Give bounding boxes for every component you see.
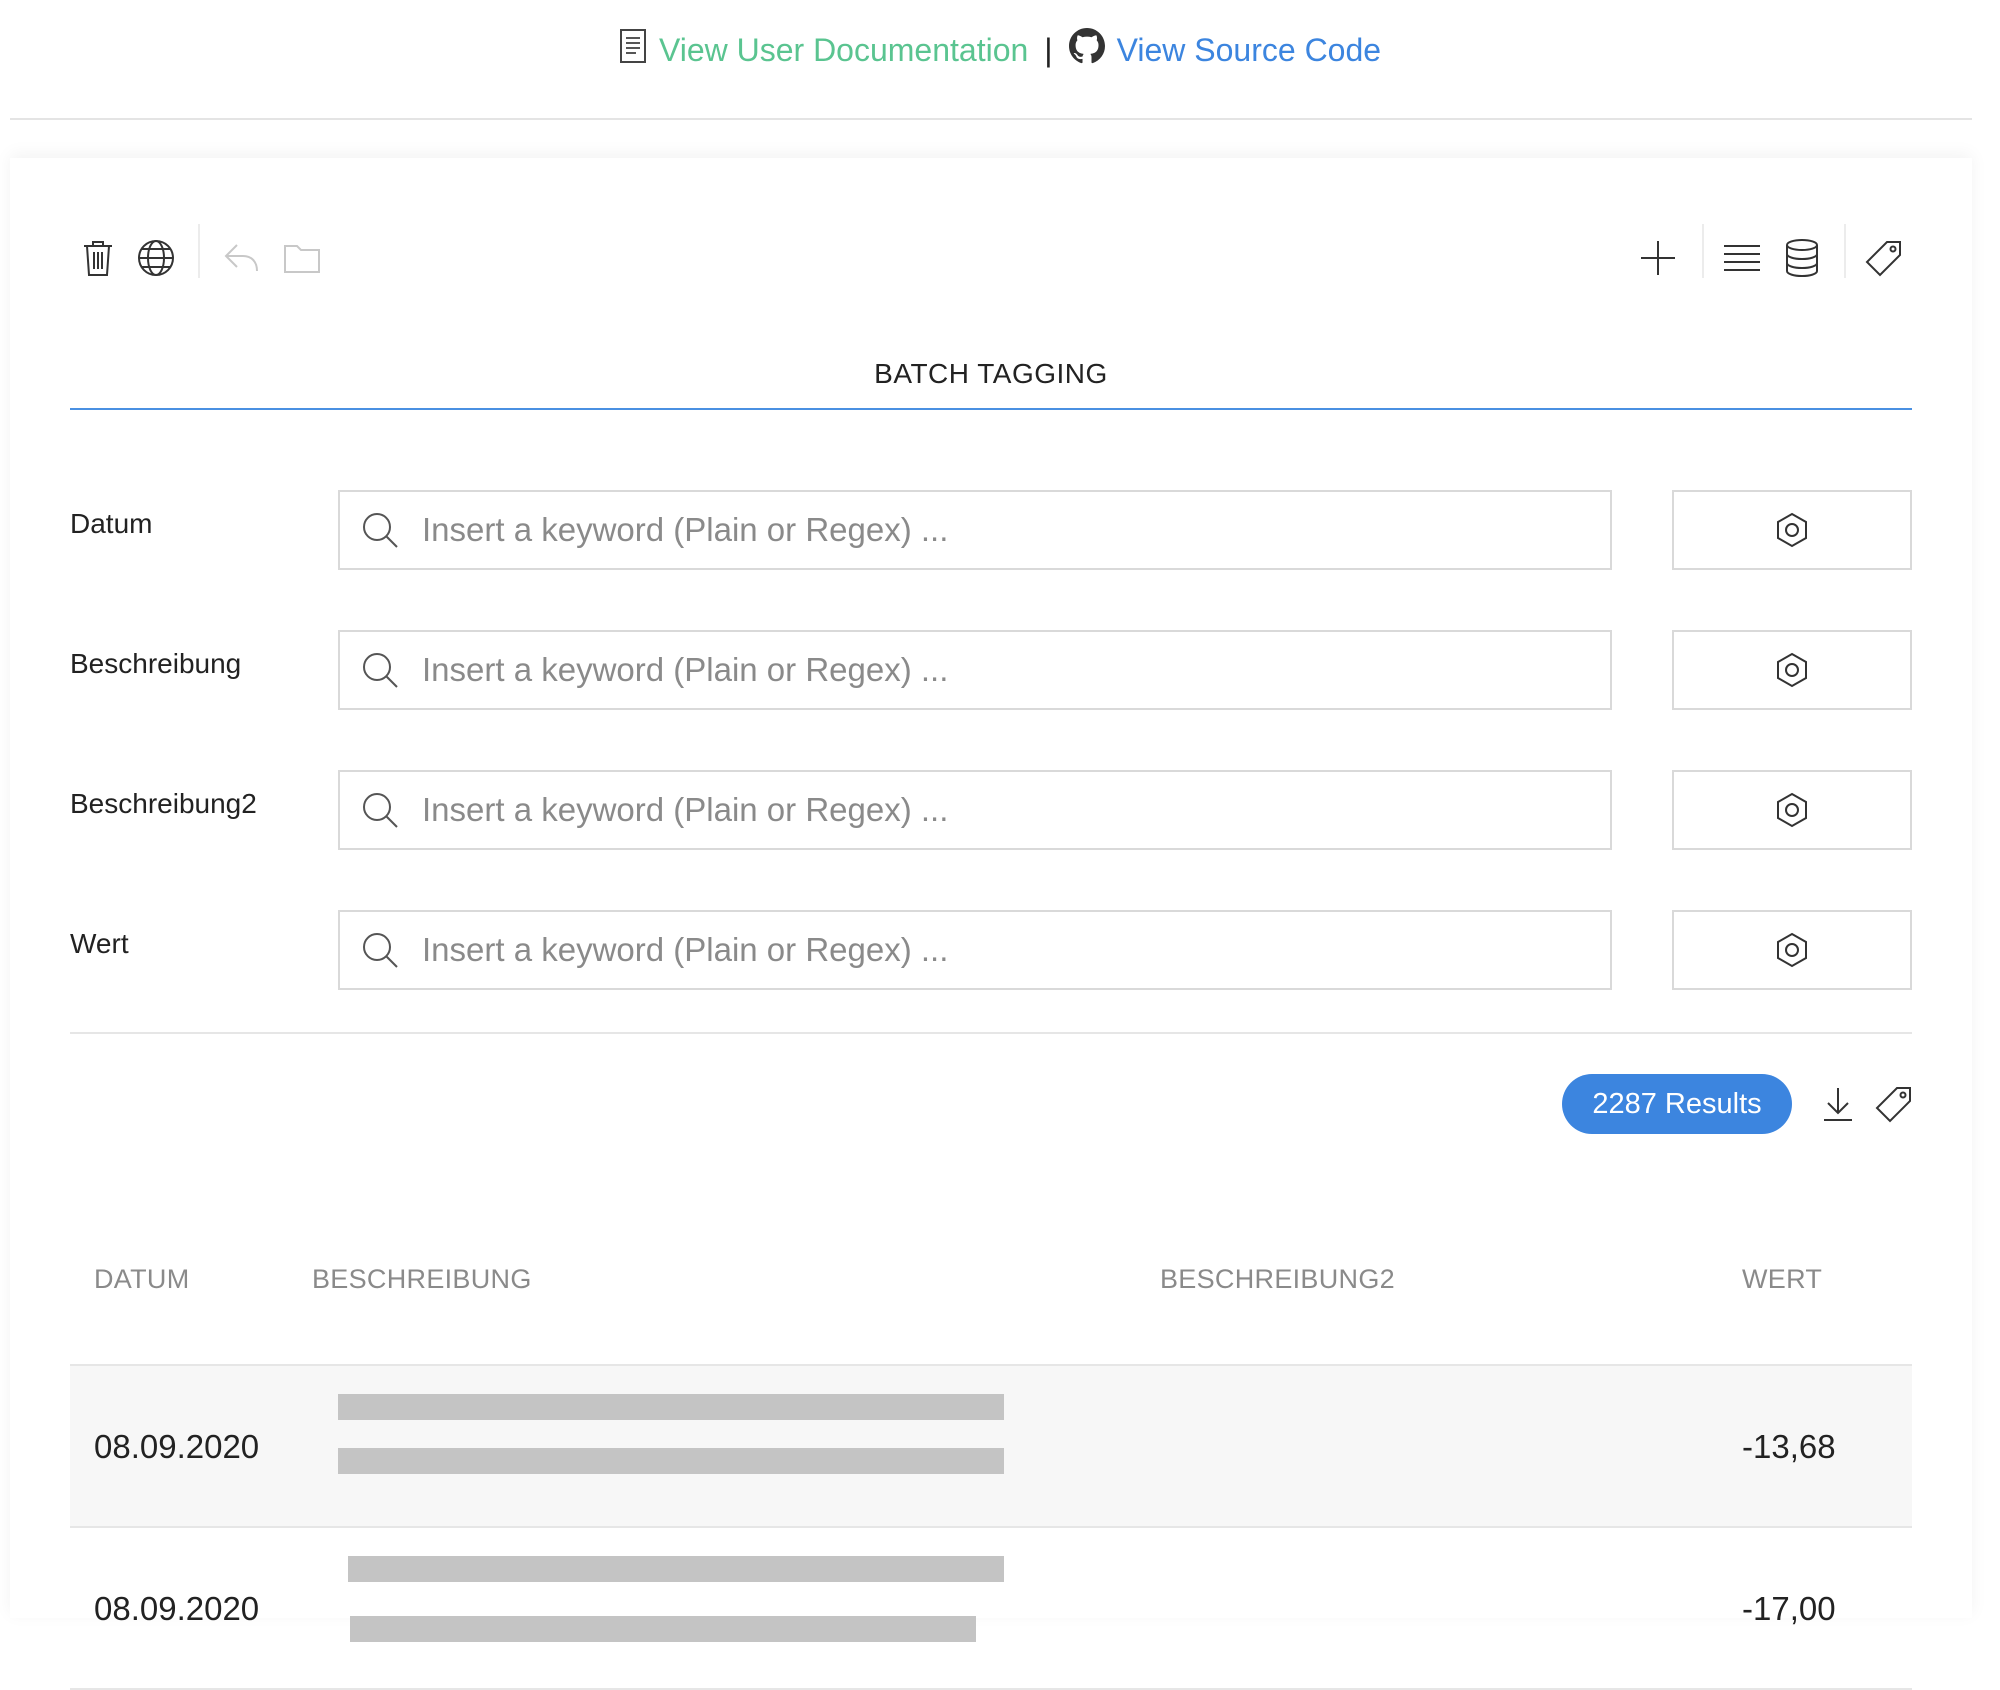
redacted-beschreibung-line <box>348 1556 1004 1582</box>
hexagon-settings-icon <box>1777 932 1807 968</box>
search-icon <box>363 793 398 828</box>
filter-input-wrapper <box>338 490 1612 570</box>
tag-results-icon[interactable] <box>1868 1078 1920 1130</box>
section-divider <box>70 1032 1912 1034</box>
datum-settings-button[interactable] <box>1672 490 1912 570</box>
toolbar-divider <box>1702 224 1704 278</box>
toolbar-divider <box>198 224 200 278</box>
table-header: DATUM BESCHREIBUNG BESCHREIBUNG2 WERT <box>70 1238 1912 1366</box>
cell-wert: -17,00 <box>1742 1590 1836 1627</box>
redacted-beschreibung-line <box>338 1394 1004 1420</box>
search-icon <box>363 933 398 968</box>
tab-batch-tagging[interactable]: BATCH TAGGING <box>70 358 1912 410</box>
filter-input-wrapper <box>338 770 1612 850</box>
redacted-beschreibung-line <box>350 1616 976 1642</box>
search-icon <box>363 513 398 548</box>
table-row[interactable]: 08.09.2020 -13,68 <box>70 1366 1912 1528</box>
toolbar <box>70 218 1912 298</box>
filter-label: Wert <box>70 928 129 959</box>
hexagon-settings-icon <box>1777 652 1807 688</box>
cell-wert: -13,68 <box>1742 1428 1836 1465</box>
link-separator: | <box>1044 31 1053 68</box>
column-header-beschreibung[interactable]: BESCHREIBUNG <box>312 1264 532 1295</box>
redacted-beschreibung-line <box>338 1448 1004 1474</box>
top-divider <box>10 118 1972 120</box>
filter-input-wrapper <box>338 630 1612 710</box>
download-icon[interactable] <box>1812 1078 1864 1130</box>
database-icon[interactable] <box>1774 230 1830 286</box>
top-bar: View User Documentation | View Source Co… <box>0 0 2000 120</box>
beschreibung2-settings-button[interactable] <box>1672 770 1912 850</box>
hexagon-settings-icon <box>1777 792 1807 828</box>
filter-row-wert: Wert <box>70 910 1912 990</box>
list-icon[interactable] <box>1714 230 1770 286</box>
hexagon-settings-icon <box>1777 512 1807 548</box>
trash-icon[interactable] <box>70 230 126 286</box>
filter-row-datum: Datum <box>70 490 1912 570</box>
datum-search-input[interactable] <box>420 510 1610 550</box>
cell-datum: 08.09.2020 <box>94 1428 260 1465</box>
results-count-label: 2287 Results <box>1592 1087 1762 1120</box>
folder-icon[interactable] <box>274 230 330 286</box>
document-icon <box>619 28 647 72</box>
filter-label: Datum <box>70 508 153 539</box>
toolbar-divider <box>1844 224 1846 278</box>
tag-icon[interactable] <box>1856 230 1912 286</box>
undo-icon[interactable] <box>214 230 270 286</box>
filter-row-beschreibung: Beschreibung <box>70 630 1912 710</box>
cell-datum: 08.09.2020 <box>94 1590 260 1627</box>
column-header-beschreibung2[interactable]: BESCHREIBUNG2 <box>1160 1264 1395 1295</box>
results-count-badge[interactable]: 2287 Results <box>1562 1074 1792 1134</box>
top-links: View User Documentation | View Source Co… <box>0 28 2000 72</box>
docs-link-label: View User Documentation <box>658 31 1029 68</box>
plus-icon[interactable] <box>1630 230 1686 286</box>
beschreibung-search-input[interactable] <box>420 650 1610 690</box>
filter-input-wrapper <box>338 910 1612 990</box>
column-header-datum[interactable]: DATUM <box>94 1264 190 1295</box>
filter-label: Beschreibung2 <box>70 788 257 819</box>
github-icon <box>1068 28 1105 72</box>
search-icon <box>363 653 398 688</box>
beschreibung2-search-input[interactable] <box>420 790 1610 830</box>
table-row[interactable]: 08.09.2020 -17,00 <box>70 1528 1912 1690</box>
wert-settings-button[interactable] <box>1672 910 1912 990</box>
filter-row-beschreibung2: Beschreibung2 <box>70 770 1912 850</box>
batch-tagging-card: BATCH TAGGING Datum Beschreibung <box>10 158 1972 1690</box>
beschreibung-settings-button[interactable] <box>1672 630 1912 710</box>
source-link[interactable]: View Source Code <box>1068 28 1382 72</box>
wert-search-input[interactable] <box>420 930 1610 970</box>
source-link-label: View Source Code <box>1116 31 1382 68</box>
column-header-wert[interactable]: WERT <box>1742 1264 1822 1295</box>
filter-label: Beschreibung <box>70 648 242 679</box>
globe-icon[interactable] <box>128 230 184 286</box>
tab-label: BATCH TAGGING <box>874 358 1108 389</box>
docs-link[interactable]: View User Documentation <box>619 28 1028 72</box>
results-table: DATUM BESCHREIBUNG BESCHREIBUNG2 WERT 08… <box>70 1238 1912 1690</box>
